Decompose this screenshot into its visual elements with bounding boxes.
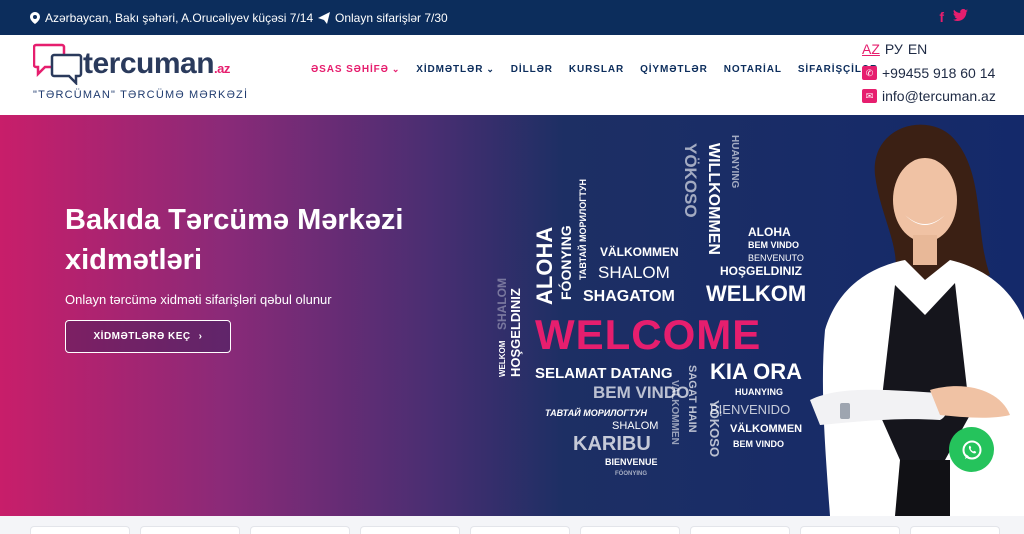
chevron-down-icon: ⌄	[391, 64, 401, 74]
lang-en-link[interactable]: EN	[908, 41, 927, 57]
logo-subtitle: "TƏRCÜMAN" TƏRCÜMƏ MƏRKƏZİ	[33, 89, 249, 101]
word-cloud-word: YÖKOSO	[681, 143, 700, 218]
language-switcher: AZ РУ EN	[862, 41, 927, 57]
word-cloud-word: KIA ORA	[710, 359, 803, 384]
word-cloud-word: BEM VINDO	[733, 439, 785, 449]
online-orders-text: Onlayn sifarişlər 7/30	[335, 11, 448, 25]
site-logo[interactable]: tercuman.az "TƏRCÜMAN" TƏRCÜMƏ MƏRKƏZİ	[33, 40, 247, 110]
word-cloud-word: SELAMAT DATANG	[535, 365, 673, 382]
twitter-icon[interactable]	[953, 9, 968, 22]
lang-az-link[interactable]: AZ	[862, 41, 880, 57]
services-cta-button[interactable]: XİDMƏTLƏRƏ KEÇ ›	[65, 320, 231, 353]
card-tab	[580, 526, 680, 534]
hero-banner: Bakıda Tərcümə Mərkəzi xidmətləri Onlayn…	[0, 115, 1024, 516]
facebook-icon[interactable]: f	[939, 9, 944, 25]
social-links: f	[939, 9, 968, 25]
speech-bubbles-logo-icon	[33, 43, 83, 85]
email-contact[interactable]: ✉ info@tercuman.az	[862, 88, 996, 104]
word-cloud-word: HOŞGELDINIZ	[508, 288, 523, 377]
phone-icon: ✆	[862, 66, 877, 80]
word-cloud-word: VALKOMMEN	[669, 380, 680, 445]
nav-item-courses[interactable]: KURSLAR	[569, 64, 624, 75]
nav-item-notarial[interactable]: NOTARİAL	[724, 64, 782, 75]
word-cloud-word: ALOHA	[748, 225, 791, 239]
word-cloud-word: HUANYING	[729, 135, 740, 189]
word-cloud-word: HUANYING	[735, 387, 784, 397]
paper-plane-icon	[318, 12, 330, 24]
chevron-down-icon: ⌄	[486, 64, 495, 74]
logo-wordmark: tercuman.az	[83, 47, 230, 80]
card-tab	[360, 526, 460, 534]
card-tab	[910, 526, 1000, 534]
word-cloud-word: BIENVENIDO	[710, 402, 791, 417]
word-cloud-word: ALOHA	[532, 226, 557, 305]
location-pin-icon	[30, 12, 40, 24]
word-cloud-word: SAGAT HAIN	[686, 365, 698, 433]
welcome-word: WELCOME	[535, 311, 762, 358]
word-cloud-word: BENVENUTO	[748, 253, 804, 263]
email-address: info@tercuman.az	[882, 88, 996, 104]
site-header: tercuman.az "TƏRCÜMAN" TƏRCÜMƏ MƏRKƏZİ Ə…	[0, 35, 1024, 115]
hero-title: Bakıda Tərcümə Mərkəzi xidmətləri	[65, 204, 404, 276]
whatsapp-chat-button[interactable]	[949, 427, 994, 472]
word-cloud-word: VÄLKOMMEN	[600, 245, 679, 259]
content-strip	[0, 516, 1024, 534]
card-tab	[30, 526, 130, 534]
word-cloud-word: FÓONYING	[558, 225, 574, 300]
nav-item-services[interactable]: XİDMƏTLƏR ⌄	[416, 64, 495, 75]
phone-contact[interactable]: ✆ +99455 918 60 14	[862, 65, 995, 81]
envelope-icon: ✉	[862, 89, 877, 103]
word-cloud-word: SHALOM	[495, 278, 509, 330]
word-cloud-word: VÄLKOMMEN	[730, 423, 803, 435]
whatsapp-icon	[962, 440, 981, 459]
main-navigation: ƏSAS SƏHİFƏ ⌄ XİDMƏTLƏR ⌄ DİLLƏR KURSLAR Q…	[311, 64, 894, 75]
card-tab	[470, 526, 570, 534]
card-tab	[800, 526, 900, 534]
word-cloud-word: SHALOM	[612, 420, 659, 432]
chevron-right-icon: ›	[198, 331, 203, 342]
nav-item-languages[interactable]: DİLLƏR	[511, 64, 553, 75]
address-text: Azərbaycan, Bakı şəhəri, A.Orucəliyev kü…	[45, 11, 314, 25]
online-orders-info: Onlayn sifarişlər 7/30	[318, 11, 448, 25]
card-tab	[250, 526, 350, 534]
lang-ru-link[interactable]: РУ	[885, 41, 903, 57]
word-cloud-word: WELKOM	[498, 340, 507, 377]
nav-item-prices[interactable]: QİYMƏTLƏR	[640, 64, 708, 75]
word-cloud-word: WELKOM	[706, 281, 807, 306]
word-cloud-word: SHAGATOM	[583, 288, 675, 305]
phone-number: +99455 918 60 14	[882, 65, 996, 81]
address-info: Azərbaycan, Bakı şəhəri, A.Orucəliyev kü…	[30, 11, 313, 25]
word-cloud-word: BIENVENUE	[605, 457, 658, 467]
word-cloud-word: HOŞGELDINIZ	[720, 264, 803, 278]
word-cloud-word: SHALOM	[598, 263, 670, 282]
word-cloud-word: BEM VINDO	[748, 240, 800, 250]
top-info-bar: Azərbaycan, Bakı şəhəri, A.Orucəliyev kü…	[0, 0, 1024, 35]
word-cloud-word: WILLKOMMEN	[705, 143, 722, 255]
nav-item-home[interactable]: ƏSAS SƏHİFƏ ⌄	[311, 64, 400, 75]
hero-subtitle: Onlayn tərcümə xidməti sifarişləri qəbul…	[65, 292, 332, 307]
card-tab	[140, 526, 240, 534]
word-cloud-word: KARIBU	[573, 433, 651, 455]
word-cloud-word: ТАВТАЙ МОРИЛОГТУН	[578, 179, 588, 280]
word-cloud-word: ТАВТАЙ МОРИЛОГТУН	[545, 408, 647, 418]
card-tab	[690, 526, 790, 534]
word-cloud-word: FÓONYING	[615, 471, 648, 477]
